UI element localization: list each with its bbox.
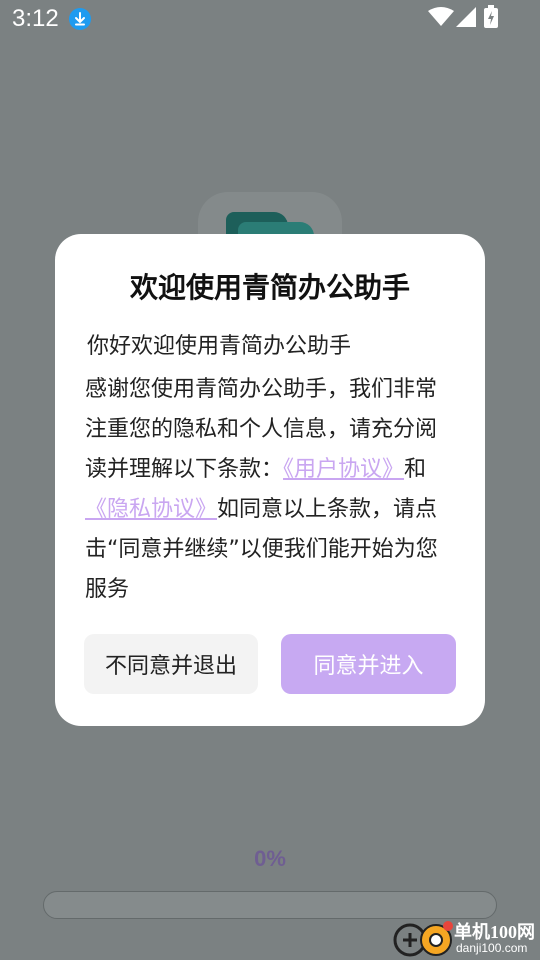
agree-enter-button[interactable]: 同意并进入 [281, 634, 456, 694]
user-agreement-link[interactable]: 《用户协议》 [283, 457, 404, 482]
decline-exit-button[interactable]: 不同意并退出 [84, 634, 258, 694]
battery-charging-icon [484, 5, 498, 28]
privacy-policy-link[interactable]: 《隐私协议》 [85, 497, 217, 522]
watermark-logo-icon [393, 921, 453, 957]
watermark-subtitle: danji100.com [456, 941, 528, 955]
dialog-title: 欢迎使用青简办公助手 [129, 271, 410, 304]
wifi-icon [428, 7, 454, 26]
status-time: 3:12 [12, 5, 59, 32]
download-icon [69, 8, 91, 30]
privacy-dialog: 欢迎使用青简办公助手 你好欢迎使用青简办公助手 感谢您使用青简办公助手，我们非常… [55, 234, 485, 726]
signal-icon [456, 7, 476, 27]
progress-percent: 0% [254, 846, 286, 871]
watermark: 单机100网 danji100.com [392, 916, 540, 960]
dialog-greeting: 你好欢迎使用青简办公助手 [87, 334, 352, 359]
progress-bar [43, 891, 497, 919]
status-bar: 3:12 [0, 0, 540, 36]
conjunction-text: 和 [404, 457, 427, 482]
dialog-body: 感谢您使用青简办公助手，我们非常注重您的隐私和个人信息，请充分阅读并理解以下条款… [85, 370, 457, 610]
